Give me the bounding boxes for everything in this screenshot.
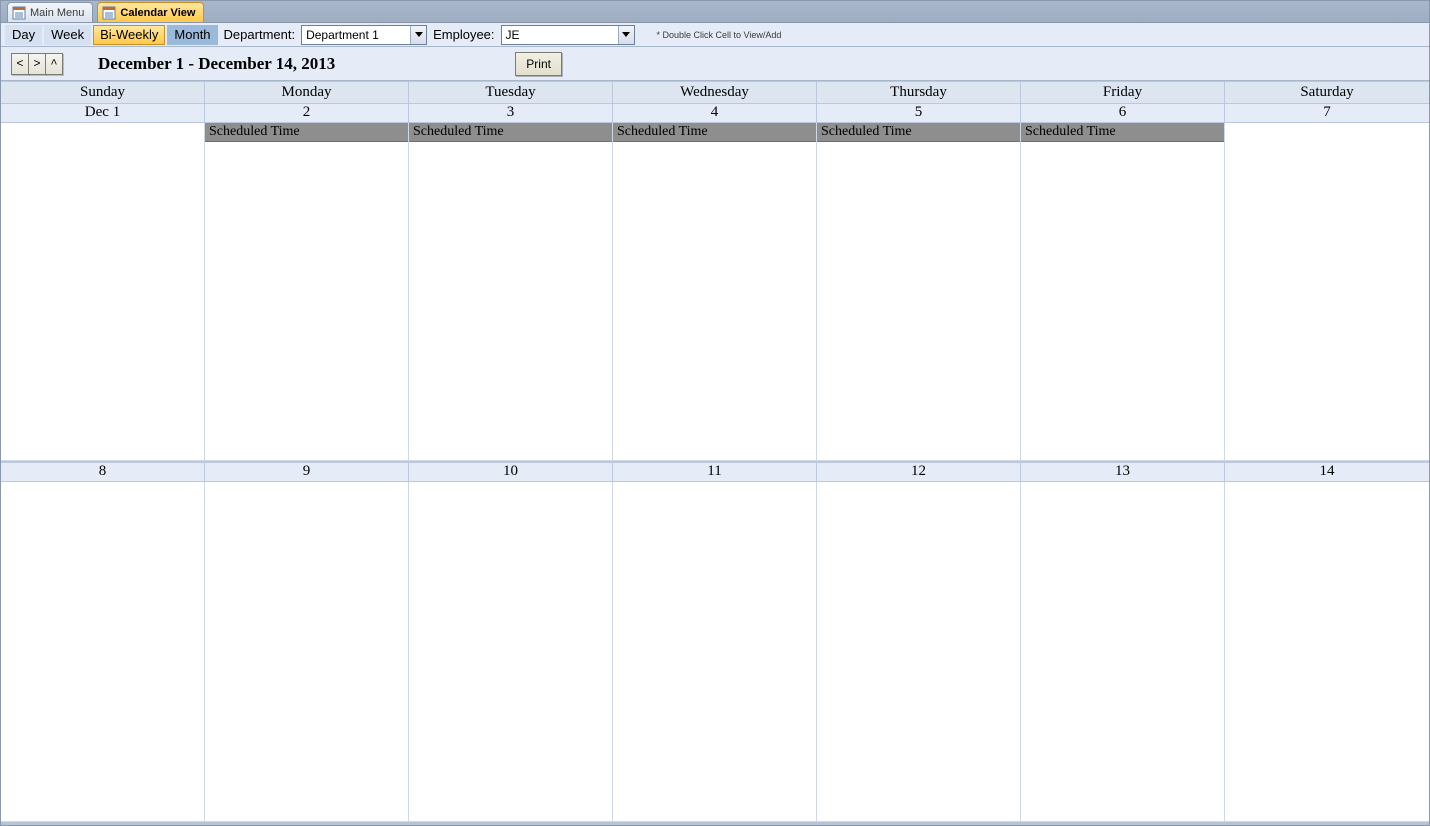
date-cell-header[interactable]: 11 (613, 463, 817, 481)
scheduled-time-entry[interactable]: Scheduled Time (613, 123, 816, 142)
dow-monday: Monday (205, 82, 409, 103)
print-button[interactable]: Print (515, 52, 562, 76)
date-cell-header[interactable]: 4 (613, 104, 817, 122)
date-cell-header[interactable]: 3 (409, 104, 613, 122)
scheduled-time-entry[interactable]: Scheduled Time (1021, 123, 1224, 142)
employee-label: Employee: (429, 27, 498, 42)
dow-friday: Friday (1021, 82, 1225, 103)
department-combo[interactable] (301, 25, 427, 45)
view-toolbar: Day Week Bi-Weekly Month Department: Emp… (1, 23, 1429, 47)
form-icon (102, 6, 116, 20)
day-cell[interactable]: Scheduled Time (613, 123, 817, 461)
scheduled-time-entry[interactable]: Scheduled Time (205, 123, 408, 142)
dow-sunday: Sunday (1, 82, 205, 103)
view-day-button[interactable]: Day (5, 25, 42, 45)
employee-combo[interactable] (501, 25, 635, 45)
view-month-button[interactable]: Month (167, 25, 217, 45)
nav-row: < > ^ December 1 - December 14, 2013 Pri… (1, 47, 1429, 81)
department-input[interactable] (302, 26, 410, 44)
employee-input[interactable] (502, 26, 618, 44)
tab-label: Calendar View (120, 7, 195, 19)
form-icon (12, 6, 26, 20)
day-cell[interactable] (817, 482, 1021, 822)
week2-date-row: 8 9 10 11 12 13 14 (1, 463, 1429, 482)
dow-wednesday: Wednesday (613, 82, 817, 103)
day-cell[interactable]: Scheduled Time (205, 123, 409, 461)
day-cell[interactable] (1225, 482, 1429, 822)
day-cell[interactable] (205, 482, 409, 822)
date-cell-header[interactable]: Dec 1 (1, 104, 205, 122)
date-cell-header[interactable]: 2 (205, 104, 409, 122)
calendar-grid: Sunday Monday Tuesday Wednesday Thursday… (1, 81, 1429, 822)
tab-calendar-view[interactable]: Calendar View (97, 2, 204, 22)
date-cell-header[interactable]: 5 (817, 104, 1021, 122)
up-button[interactable]: ^ (45, 53, 63, 75)
dropdown-icon[interactable] (410, 26, 426, 44)
app-window: Main Menu Calendar View Day Week Bi-Week… (0, 0, 1430, 826)
day-cell[interactable]: Scheduled Time (1021, 123, 1225, 461)
day-cell[interactable] (613, 482, 817, 822)
day-cell[interactable]: Scheduled Time (409, 123, 613, 461)
date-cell-header[interactable]: 12 (817, 463, 1021, 481)
week2-cells (1, 482, 1429, 822)
week1-date-row: Dec 1 2 3 4 5 6 7 (1, 104, 1429, 123)
date-cell-header[interactable]: 8 (1, 463, 205, 481)
department-label: Department: (220, 27, 300, 42)
scheduled-time-entry[interactable]: Scheduled Time (817, 123, 1020, 142)
date-cell-header[interactable]: 7 (1225, 104, 1429, 122)
day-cell[interactable]: Scheduled Time (817, 123, 1021, 461)
view-week-button[interactable]: Week (44, 25, 91, 45)
day-cell[interactable] (409, 482, 613, 822)
week1-cells: Scheduled Time Scheduled Time Scheduled … (1, 123, 1429, 461)
next-button[interactable]: > (28, 53, 46, 75)
date-cell-header[interactable]: 13 (1021, 463, 1225, 481)
date-cell-header[interactable]: 14 (1225, 463, 1429, 481)
day-cell[interactable] (1021, 482, 1225, 822)
date-cell-header[interactable]: 10 (409, 463, 613, 481)
tab-label: Main Menu (30, 7, 84, 19)
document-tabs: Main Menu Calendar View (1, 1, 1429, 23)
hint-text: * Double Click Cell to View/Add (657, 30, 782, 40)
prev-button[interactable]: < (11, 53, 29, 75)
scheduled-time-entry[interactable]: Scheduled Time (409, 123, 612, 142)
day-of-week-header: Sunday Monday Tuesday Wednesday Thursday… (1, 81, 1429, 104)
day-cell[interactable] (1225, 123, 1429, 461)
dow-tuesday: Tuesday (409, 82, 613, 103)
view-biweekly-button[interactable]: Bi-Weekly (93, 25, 165, 45)
date-cell-header[interactable]: 6 (1021, 104, 1225, 122)
dow-saturday: Saturday (1225, 82, 1429, 103)
dropdown-icon[interactable] (618, 26, 634, 44)
tab-main-menu[interactable]: Main Menu (7, 2, 93, 22)
date-range-label: December 1 - December 14, 2013 (98, 54, 335, 74)
dow-thursday: Thursday (817, 82, 1021, 103)
date-cell-header[interactable]: 9 (205, 463, 409, 481)
day-cell[interactable] (1, 482, 205, 822)
day-cell[interactable] (1, 123, 205, 461)
